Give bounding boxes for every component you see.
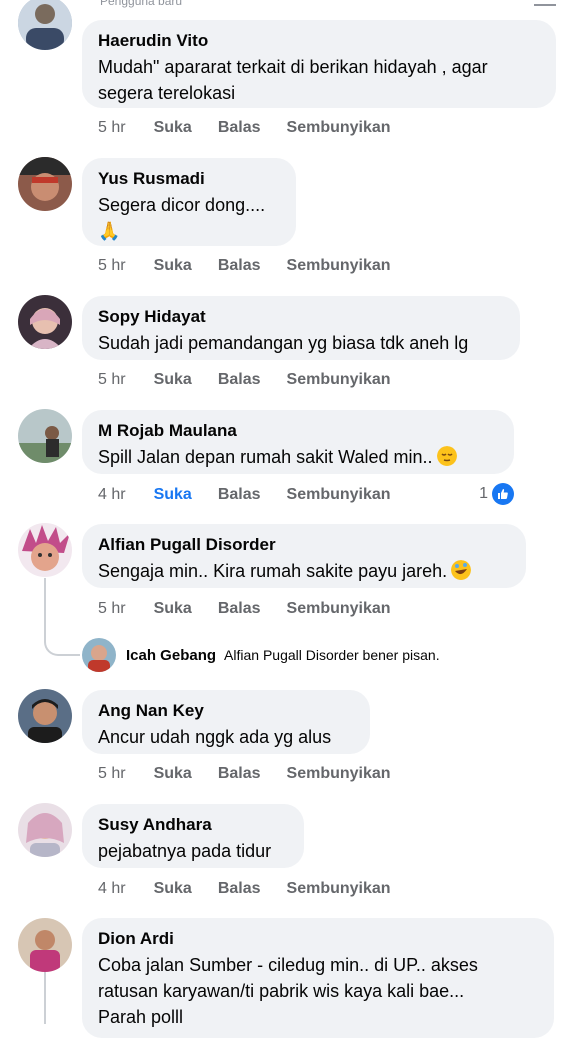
comment-text-line3: Parah polll — [98, 1007, 184, 1027]
comment-author[interactable]: Dion Ardi — [98, 928, 538, 950]
comment-text: Coba jalan Sumber - ciledug min.. di UP.… — [98, 955, 478, 975]
comment-text-line2: segera terelokasi — [98, 83, 236, 103]
comment-time[interactable]: 5 hr — [98, 765, 126, 783]
reply-author[interactable]: Icah Gebang — [126, 647, 216, 664]
rolling-laughing-icon — [451, 560, 472, 580]
avatar[interactable] — [18, 689, 72, 743]
comment-actions: 5 hr Suka Balas Sembunyikan — [98, 371, 417, 389]
comment-bubble[interactable]: Yus Rusmadi Segera dicor dong.... 🙏 — [82, 158, 296, 246]
like-button[interactable]: Suka — [154, 600, 192, 618]
comment-time[interactable]: 4 hr — [98, 486, 126, 504]
comment-author[interactable]: Susy Andhara — [98, 814, 288, 836]
like-button[interactable]: Suka — [154, 880, 192, 898]
comment-bubble[interactable]: Dion Ardi Coba jalan Sumber - ciledug mi… — [82, 918, 554, 1038]
avatar-image — [82, 638, 116, 672]
comment-actions: 5 hr Suka Balas Sembunyikan — [98, 600, 417, 618]
comment-author[interactable]: Sopy Hidayat — [98, 306, 504, 328]
hide-button[interactable]: Sembunyikan — [287, 765, 391, 783]
reply-button[interactable]: Balas — [218, 765, 261, 783]
reply-button[interactable]: Balas — [218, 257, 261, 275]
comment-time[interactable]: 5 hr — [98, 119, 126, 137]
reply-button[interactable]: Balas — [218, 371, 261, 389]
top-cutoff-strip: Pengguna baru — [0, 0, 572, 22]
avatar-image — [18, 409, 72, 463]
comment-actions: 4 hr Suka Balas Sembunyikan — [98, 880, 417, 898]
hide-button[interactable]: Sembunyikan — [287, 486, 391, 504]
comment-text: Spill Jalan depan rumah sakit Waled min.… — [98, 444, 498, 470]
comment-bubble[interactable]: Haerudin Vito Mudah" apararat terkait di… — [82, 20, 556, 108]
hide-button[interactable]: Sembunyikan — [287, 257, 391, 275]
comment-text: Sudah jadi pemandangan yg biasa tdk aneh… — [98, 333, 469, 353]
avatar-image — [18, 918, 72, 972]
reply-preview[interactable]: Icah Gebang Alfian Pugall Disorder bener… — [82, 638, 440, 672]
like-button[interactable]: Suka — [154, 257, 192, 275]
cutoff-text: Pengguna baru — [100, 0, 183, 8]
avatar[interactable] — [18, 295, 72, 349]
hide-button[interactable]: Sembunyikan — [287, 600, 391, 618]
avatar[interactable] — [18, 803, 72, 857]
menu-icon[interactable] — [534, 0, 556, 6]
comment-author[interactable]: Haerudin Vito — [98, 30, 540, 52]
avatar[interactable] — [18, 409, 72, 463]
comment-bubble[interactable]: Susy Andhara pejabatnya pada tidur — [82, 804, 304, 868]
like-button[interactable]: Suka — [154, 119, 192, 137]
avatar-image — [18, 157, 72, 211]
relieved-face-icon — [436, 446, 457, 466]
comment-time[interactable]: 5 hr — [98, 257, 126, 275]
thread-line — [44, 578, 46, 630]
reply-text: Alfian Pugall Disorder bener pisan. — [224, 647, 440, 663]
comment-bubble[interactable]: Sopy Hidayat Sudah jadi pemandangan yg b… — [82, 296, 520, 360]
reply-avatar[interactable] — [82, 638, 116, 672]
comment-text-content: Sengaja min.. Kira rumah sakite payu jar… — [98, 561, 448, 581]
comment-bubble[interactable]: M Rojab Maulana Spill Jalan depan rumah … — [82, 410, 514, 474]
comment-text-content: Spill Jalan depan rumah sakit Waled min.… — [98, 447, 433, 467]
avatar-image — [18, 295, 72, 349]
avatar[interactable] — [18, 918, 72, 972]
avatar-image — [18, 523, 72, 577]
reaction-count-number: 1 — [479, 485, 488, 502]
comment-bubble[interactable]: Ang Nan Key Ancur udah nggk ada yg alus — [82, 690, 370, 754]
comment-time[interactable]: 5 hr — [98, 600, 126, 618]
comment-text-line2: ratusan karyawan/ti pabrik wis kaya kali… — [98, 981, 465, 1001]
hide-button[interactable]: Sembunyikan — [287, 119, 391, 137]
reply-button[interactable]: Balas — [218, 880, 261, 898]
comment-actions: 5 hr Suka Balas Sembunyikan — [98, 119, 417, 137]
comment-author[interactable]: Alfian Pugall Disorder — [98, 534, 510, 556]
hide-button[interactable]: Sembunyikan — [287, 880, 391, 898]
reply-button[interactable]: Balas — [218, 119, 261, 137]
avatar-image — [18, 0, 72, 50]
reply-button[interactable]: Balas — [218, 486, 261, 504]
avatar-image — [18, 803, 72, 857]
avatar[interactable] — [18, 157, 72, 211]
pray-emoji: 🙏 — [98, 221, 121, 241]
like-reaction-icon — [492, 483, 514, 505]
reaction-count[interactable]: 1 — [479, 483, 514, 505]
comment-text: Sengaja min.. Kira rumah sakite payu jar… — [98, 558, 510, 584]
avatar[interactable] — [18, 523, 72, 577]
comment-text: Ancur udah nggk ada yg alus — [98, 727, 332, 747]
like-button[interactable]: Suka — [154, 765, 192, 783]
avatar[interactable] — [18, 0, 72, 50]
comment-actions: 4 hr Suka Balas Sembunyikan — [98, 486, 417, 504]
avatar-image — [18, 689, 72, 743]
comment-author[interactable]: Ang Nan Key — [98, 700, 354, 722]
comment-bubble[interactable]: Alfian Pugall Disorder Sengaja min.. Kir… — [82, 524, 526, 588]
thread-line — [44, 972, 46, 1024]
thread-curve — [44, 630, 80, 656]
comment-actions: 5 hr Suka Balas Sembunyikan — [98, 765, 417, 783]
comment-text: Segera dicor dong.... — [98, 195, 266, 215]
comment-actions: 5 hr Suka Balas Sembunyikan — [98, 257, 417, 275]
like-button-active[interactable]: Suka — [154, 486, 192, 504]
comment-text: Mudah" apararat terkait di berikan hiday… — [98, 57, 488, 77]
comment-author[interactable]: Yus Rusmadi — [98, 168, 280, 190]
comment-author[interactable]: M Rojab Maulana — [98, 420, 498, 442]
comment-time[interactable]: 4 hr — [98, 880, 126, 898]
reply-button[interactable]: Balas — [218, 600, 261, 618]
hide-button[interactable]: Sembunyikan — [287, 371, 391, 389]
comment-text: pejabatnya pada tidur — [98, 841, 272, 861]
like-button[interactable]: Suka — [154, 371, 192, 389]
comment-time[interactable]: 5 hr — [98, 371, 126, 389]
